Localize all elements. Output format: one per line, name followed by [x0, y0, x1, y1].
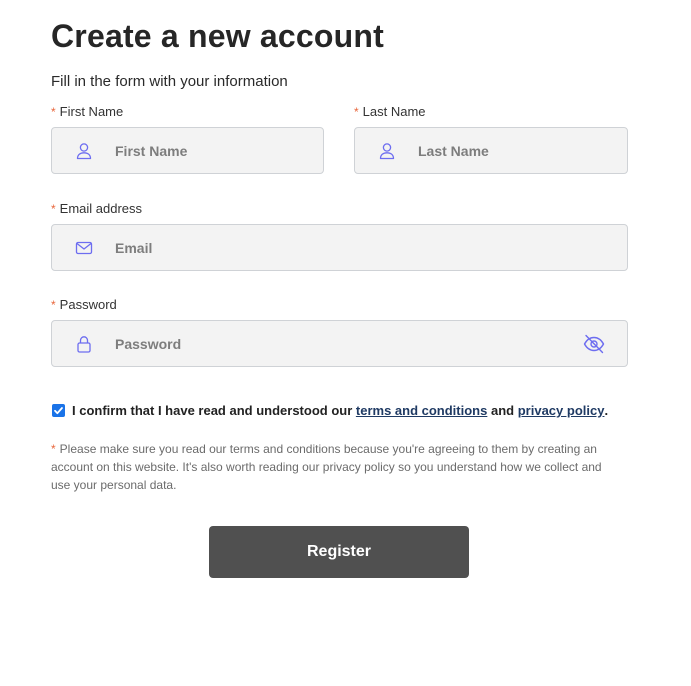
privacy-note: * Please make sure you read our terms and…: [51, 440, 621, 494]
first-name-input[interactable]: [115, 128, 273, 173]
user-icon: [379, 143, 395, 160]
privacy-note-text: Please make sure you read our terms and …: [51, 442, 602, 492]
last-name-field[interactable]: [354, 127, 628, 174]
required-marker: *: [354, 105, 359, 119]
first-name-field[interactable]: [51, 127, 324, 174]
email-label-text: Email address: [59, 201, 143, 216]
required-marker: *: [51, 202, 56, 216]
email-input[interactable]: [115, 225, 577, 270]
password-label-text: Password: [59, 297, 117, 312]
terms-checkbox[interactable]: [52, 404, 65, 417]
register-button[interactable]: Register: [209, 526, 469, 578]
first-name-group: * First Name: [51, 104, 324, 174]
password-input[interactable]: [115, 321, 577, 366]
password-label: * Password: [51, 297, 628, 313]
name-row: *First Name *Last Name: [51, 104, 628, 174]
eye-off-icon[interactable]: [583, 334, 605, 354]
register-form-page: Create a new account Fill in the form wi…: [51, 0, 628, 578]
last-name-group: * Last Name: [354, 104, 628, 174]
email-label: * Email address: [51, 201, 628, 217]
page-title: Create a new account: [51, 18, 384, 54]
terms-link[interactable]: terms and conditions: [356, 403, 487, 418]
password-field[interactable]: [51, 320, 628, 367]
first-name-label: * First Name: [51, 104, 324, 120]
password-group: * Password: [51, 297, 628, 367]
last-name-label: * Last Name: [354, 104, 628, 120]
confirm-and-text: and: [490, 403, 515, 418]
email-field[interactable]: [51, 224, 628, 271]
email-group: * Email address: [51, 201, 628, 271]
required-marker: *: [51, 298, 56, 312]
lock-icon: [77, 336, 91, 353]
first-name-label-text: First Name: [59, 104, 124, 119]
page-subtitle: Fill in the form with your information: [51, 73, 288, 90]
confirm-period: .: [604, 403, 609, 418]
last-name-input[interactable]: [418, 128, 577, 173]
terms-confirm-row: I confirm that I have read and understoo…: [51, 403, 608, 418]
envelope-icon: [75, 241, 93, 255]
last-name-label-text: Last Name: [362, 104, 426, 119]
confirm-text: I confirm that I have read and understoo…: [72, 403, 353, 418]
privacy-link[interactable]: privacy policy: [518, 403, 605, 418]
required-marker: *: [51, 105, 56, 119]
required-marker: *: [51, 442, 56, 456]
user-icon: [76, 143, 92, 160]
